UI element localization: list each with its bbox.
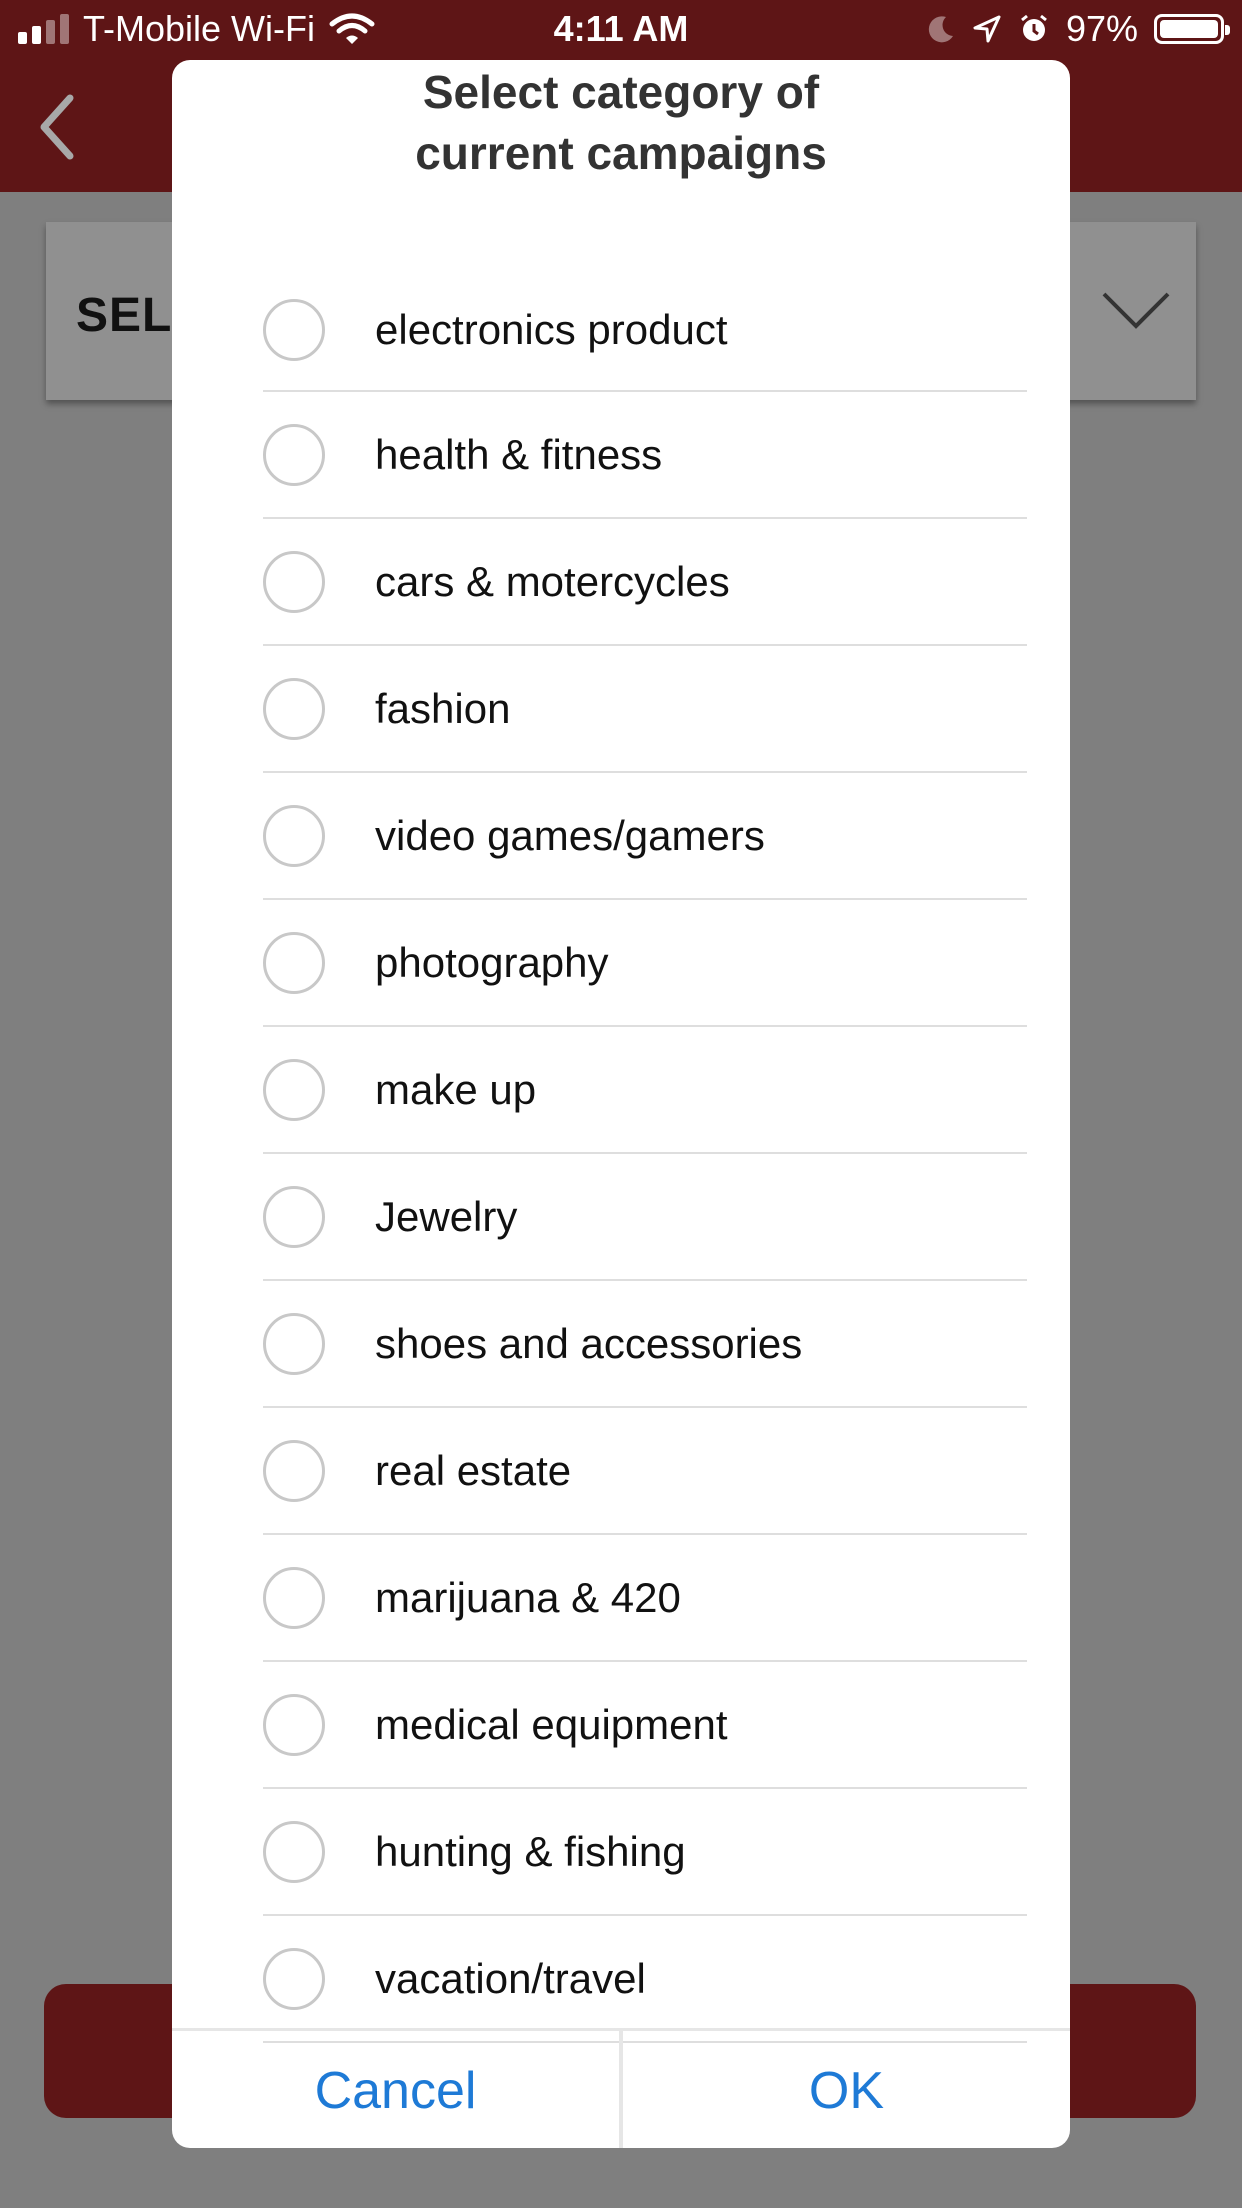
option-label: real estate: [375, 1446, 572, 1494]
option-label: electronics product: [375, 306, 728, 353]
battery-percent: 97%: [1065, 8, 1138, 49]
option-label: medical equipment: [375, 1700, 728, 1748]
radio-button[interactable]: [263, 1820, 325, 1883]
category-dialog: Select category of current campaigns ele…: [172, 60, 1070, 2148]
option-cars-motercycles[interactable]: cars & motercycles: [263, 519, 1027, 646]
option-medical-equipment[interactable]: medical equipment: [263, 1662, 1027, 1789]
cancel-button[interactable]: Cancel: [172, 2031, 619, 2148]
option-label: make up: [375, 1065, 537, 1113]
dialog-footer: Cancel OK: [172, 2028, 1070, 2148]
option-hunting-fishing[interactable]: hunting & fishing: [263, 1789, 1027, 1916]
option-fashion[interactable]: fashion: [263, 646, 1027, 773]
option-label: video games/gamers: [375, 811, 765, 859]
option-label: hunting & fishing: [375, 1827, 686, 1875]
radio-button[interactable]: [263, 1566, 325, 1629]
option-marijuana-420[interactable]: marijuana & 420: [263, 1535, 1027, 1662]
radio-button[interactable]: [263, 550, 325, 613]
option-label: fashion: [375, 684, 511, 732]
back-chevron-icon[interactable]: [36, 92, 76, 162]
option-label: vacation/travel: [375, 1954, 646, 2002]
dialog-title-line1: Select category of: [422, 66, 820, 118]
select-label: SEL: [76, 289, 173, 342]
radio-button[interactable]: [263, 1693, 325, 1756]
option-label: health & fitness: [375, 430, 663, 478]
radio-button[interactable]: [263, 677, 325, 740]
radio-button[interactable]: [263, 804, 325, 867]
option-label: Jewelry: [375, 1192, 518, 1240]
status-bar: T-Mobile Wi-Fi 4:11 AM 97%: [0, 0, 1242, 60]
option-real-estate[interactable]: real estate: [263, 1408, 1027, 1535]
status-right: 97%: [926, 8, 1230, 50]
radio-button[interactable]: [263, 1185, 325, 1248]
category-option-list: electronics product health & fitness car…: [263, 270, 1027, 2043]
option-jewelry[interactable]: Jewelry: [263, 1154, 1027, 1281]
radio-button[interactable]: [263, 1439, 325, 1502]
option-make-up[interactable]: make up: [263, 1027, 1027, 1154]
radio-button[interactable]: [263, 299, 325, 361]
dialog-title: Select category of current campaigns: [172, 60, 1070, 184]
option-shoes-accessories[interactable]: shoes and accessories: [263, 1281, 1027, 1408]
location-arrow-icon: [973, 15, 1001, 43]
chevron-down-icon: [1102, 292, 1170, 329]
option-label: marijuana & 420: [375, 1573, 681, 1621]
battery-icon: [1154, 14, 1230, 44]
radio-button[interactable]: [263, 1947, 325, 2010]
option-label: cars & motercycles: [375, 557, 730, 605]
radio-button[interactable]: [263, 423, 325, 486]
option-photography[interactable]: photography: [263, 900, 1027, 1027]
option-label: photography: [375, 938, 609, 986]
radio-button[interactable]: [263, 1058, 325, 1121]
option-health-fitness[interactable]: health & fitness: [263, 392, 1027, 519]
option-video-games[interactable]: video games/gamers: [263, 773, 1027, 900]
radio-button[interactable]: [263, 1312, 325, 1375]
ok-button[interactable]: OK: [623, 2031, 1070, 2148]
radio-button[interactable]: [263, 931, 325, 994]
dialog-title-line2: current campaigns: [415, 127, 827, 179]
moon-icon: [928, 16, 953, 43]
alarm-icon: [1021, 14, 1047, 41]
option-vacation-travel[interactable]: vacation/travel: [263, 1916, 1027, 2043]
option-electronics-product[interactable]: electronics product: [263, 270, 1027, 392]
option-label: shoes and accessories: [375, 1319, 803, 1367]
